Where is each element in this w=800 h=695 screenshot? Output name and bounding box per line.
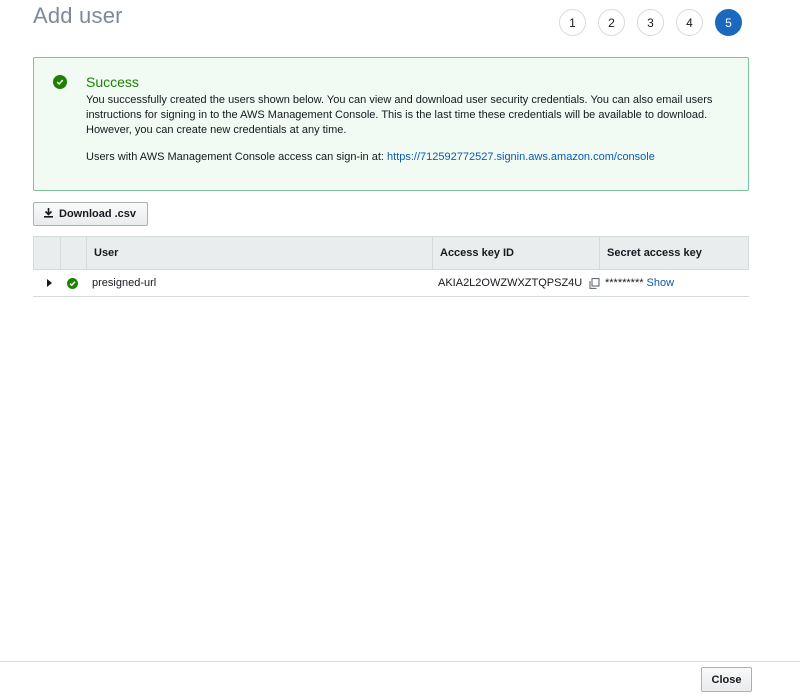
- download-csv-button[interactable]: Download .csv: [33, 202, 149, 226]
- access-key-id-cell: AKIA2L2OWZWXZTQPSZ4U: [431, 270, 600, 296]
- success-status-icon: [66, 277, 78, 289]
- secret-masked-value: *********: [605, 277, 644, 289]
- column-header-secret-access-key: Secret access key: [599, 237, 748, 269]
- signin-url-link[interactable]: https://712592772527.signin.aws.amazon.c…: [387, 151, 655, 163]
- footer-bar: Close: [0, 661, 800, 695]
- column-header-expand: [34, 237, 60, 269]
- step-2[interactable]: 2: [598, 9, 625, 36]
- table-header: User Access key ID Secret access key: [33, 236, 749, 270]
- user-name-cell: presigned-url: [92, 277, 157, 289]
- step-3[interactable]: 3: [637, 9, 664, 36]
- close-button[interactable]: Close: [701, 667, 752, 692]
- access-key-id-value: AKIA2L2OWZWXZTQPSZ4U: [438, 277, 583, 289]
- expand-row-toggle[interactable]: [33, 270, 59, 296]
- step-4[interactable]: 4: [676, 9, 703, 36]
- status-cell: [59, 270, 85, 296]
- table-row: presigned-url AKIA2L2OWZWXZTQPSZ4U *****…: [33, 270, 749, 297]
- show-secret-link[interactable]: Show: [647, 277, 675, 289]
- column-header-access-key-id: Access key ID: [432, 237, 599, 269]
- users-table: User Access key ID Secret access key pre…: [33, 236, 749, 297]
- secret-access-key-cell: ********* Show: [598, 270, 747, 296]
- column-header-user: User: [86, 237, 432, 269]
- signin-info: Users with AWS Management Console access…: [86, 151, 655, 163]
- step-5-active: 5: [715, 9, 742, 36]
- download-icon: [43, 207, 54, 221]
- step-1[interactable]: 1: [559, 9, 586, 36]
- signin-prefix: Users with AWS Management Console access…: [86, 151, 388, 163]
- caret-right-icon: [46, 279, 52, 287]
- download-csv-label: Download .csv: [59, 208, 137, 220]
- page-header: Add user 1 2 3 4 5: [33, 3, 800, 43]
- column-header-status: [60, 237, 86, 269]
- alert-title: Success: [86, 74, 139, 90]
- check-circle-icon: [53, 75, 67, 89]
- alert-message: You successfully created the users shown…: [86, 94, 713, 136]
- wizard-steps: 1 2 3 4 5: [559, 9, 742, 36]
- success-alert: Success You successfully created the use…: [33, 57, 749, 191]
